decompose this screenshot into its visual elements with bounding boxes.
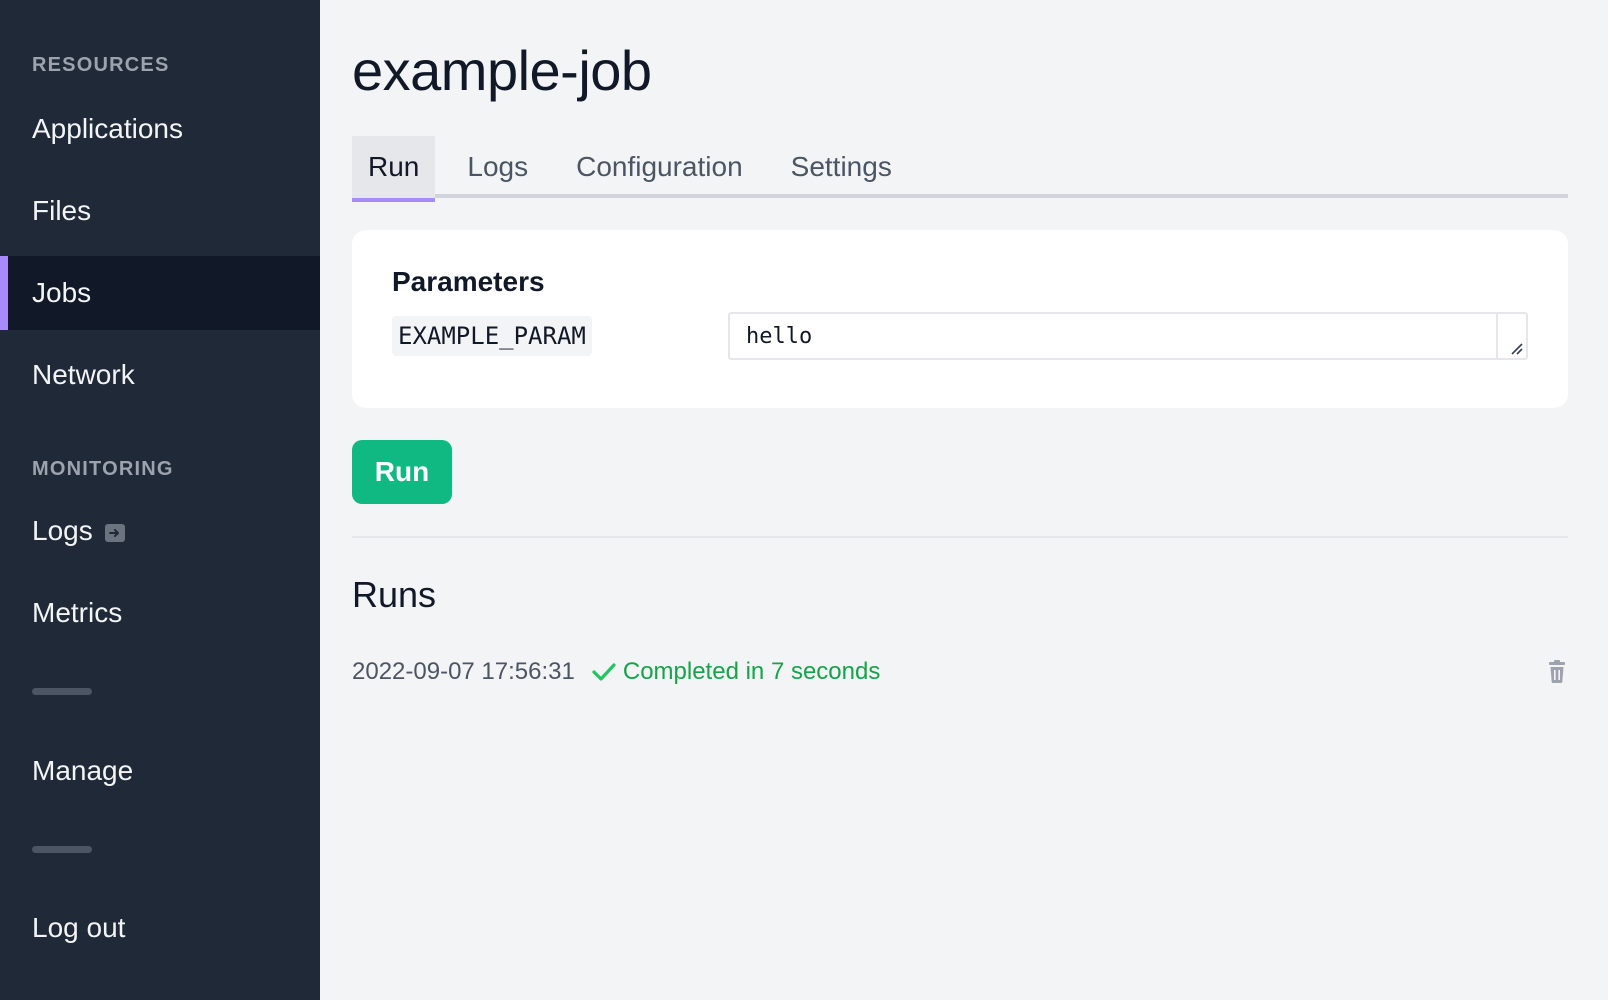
parameter-name: EXAMPLE_PARAM bbox=[392, 316, 592, 356]
sidebar-item-network[interactable]: Network bbox=[0, 338, 320, 412]
resize-handle[interactable] bbox=[1496, 314, 1526, 358]
sidebar-item-metrics[interactable]: Metrics bbox=[0, 576, 320, 650]
sidebar-item-label: Jobs bbox=[32, 277, 92, 308]
sidebar-item-files[interactable]: Files bbox=[0, 174, 320, 248]
sidebar-item-label: Metrics bbox=[32, 597, 123, 628]
check-icon bbox=[591, 660, 617, 684]
resize-grip-icon bbox=[1511, 343, 1523, 355]
tab-configuration[interactable]: Configuration bbox=[560, 136, 759, 198]
parameter-input-wrap bbox=[728, 312, 1528, 360]
sidebar-item-label: Log out bbox=[32, 912, 126, 943]
sidebar-item-applications[interactable]: Applications bbox=[0, 92, 320, 166]
sidebar-divider bbox=[32, 688, 92, 695]
sidebar-item-label: Network bbox=[32, 359, 135, 390]
trash-icon[interactable] bbox=[1546, 660, 1568, 684]
run-status: Completed in 7 seconds bbox=[622, 658, 881, 685]
parameter-value-input[interactable] bbox=[728, 312, 1528, 360]
run-button[interactable]: Run bbox=[352, 440, 452, 504]
run-list-item: 2022-09-07 17:56:31 Completed in 7 secon… bbox=[352, 654, 1568, 690]
section-divider bbox=[352, 536, 1568, 538]
parameter-name-cell: EXAMPLE_PARAM bbox=[392, 316, 728, 356]
parameter-row: EXAMPLE_PARAM bbox=[392, 312, 1528, 360]
external-link-icon bbox=[104, 524, 125, 542]
sidebar-item-label: Manage bbox=[32, 755, 134, 786]
sidebar-item-jobs[interactable]: Jobs bbox=[0, 256, 320, 330]
sidebar-item-label: Files bbox=[32, 195, 92, 226]
sidebar: RESOURCES Applications Files Jobs Networ… bbox=[0, 0, 320, 1000]
section-header-resources: RESOURCES bbox=[32, 54, 170, 76]
sidebar-divider bbox=[32, 846, 92, 853]
sidebar-item-logout[interactable]: Log out bbox=[0, 891, 320, 965]
tab-bar: Run Logs Configuration Settings bbox=[352, 136, 1568, 202]
runs-title: Runs bbox=[352, 574, 437, 615]
main-content: example-job Run Logs Configuration Setti… bbox=[320, 0, 1608, 1000]
sidebar-item-label: Applications bbox=[32, 113, 183, 144]
sidebar-item-label: Logs bbox=[32, 515, 93, 546]
section-header-monitoring: MONITORING bbox=[32, 458, 174, 480]
sidebar-item-logs[interactable]: Logs bbox=[0, 494, 320, 568]
sidebar-item-manage[interactable]: Manage bbox=[0, 734, 320, 808]
tab-run[interactable]: Run bbox=[352, 136, 436, 202]
page-title: example-job bbox=[352, 39, 652, 102]
parameters-card: Parameters EXAMPLE_PARAM bbox=[352, 230, 1568, 408]
parameters-title: Parameters bbox=[392, 266, 545, 297]
app-root: RESOURCES Applications Files Jobs Networ… bbox=[0, 0, 1608, 1000]
run-timestamp: 2022-09-07 17:56:31 bbox=[352, 658, 575, 685]
tab-settings[interactable]: Settings bbox=[775, 136, 908, 198]
tab-logs[interactable]: Logs bbox=[451, 136, 544, 198]
